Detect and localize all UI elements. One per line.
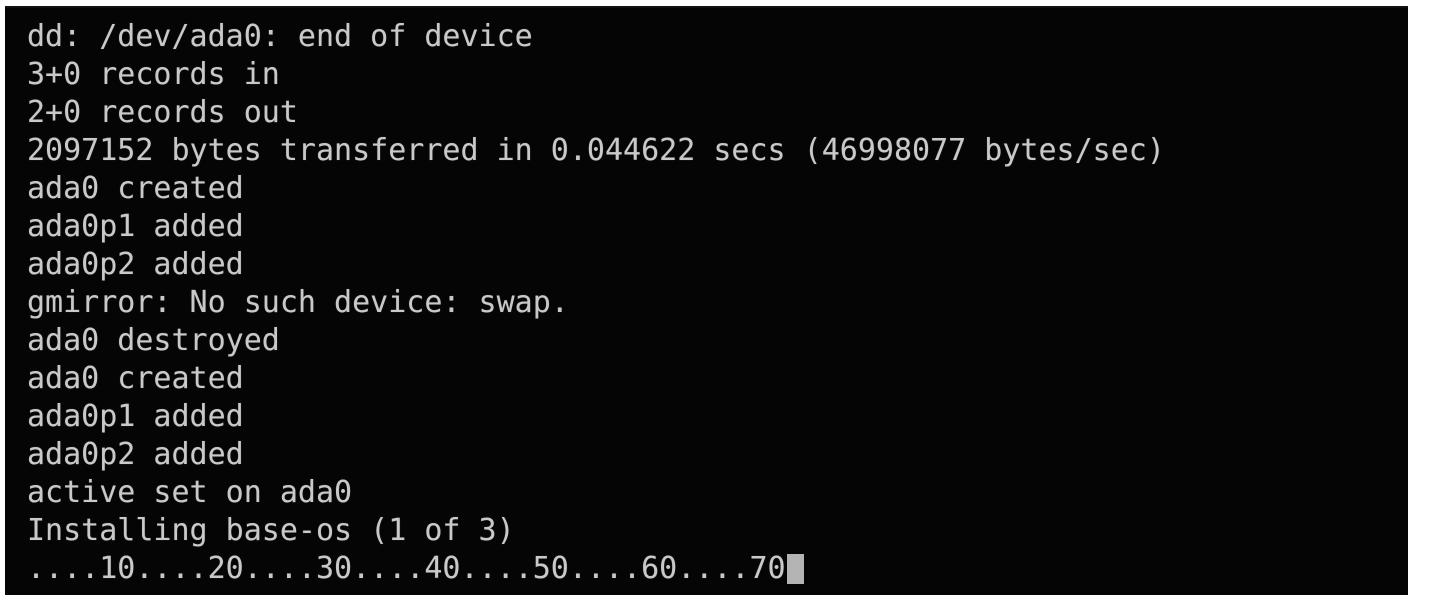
terminal-line: ada0 created: [27, 361, 244, 396]
terminal-line: gmirror: No such device: swap.: [27, 285, 569, 320]
block-cursor-icon: [786, 554, 804, 584]
terminal-line: 2+0 records out: [27, 95, 298, 130]
terminal-line: ada0p2 added: [27, 247, 244, 282]
terminal-line: dd: /dev/ada0: end of device: [27, 19, 533, 54]
terminal-line: ada0p1 added: [27, 399, 244, 434]
progress-ticks: ....10....20....30....40....50....60....…: [27, 551, 786, 586]
terminal-line: 3+0 records in: [27, 57, 280, 92]
terminal-line: 2097152 bytes transferred in 0.044622 se…: [27, 133, 1165, 168]
terminal-line: ada0 destroyed: [27, 323, 280, 358]
terminal-line: ada0 created: [27, 171, 244, 206]
terminal-line: ada0p1 added: [27, 209, 244, 244]
terminal-line: active set on ada0: [27, 475, 353, 510]
terminal-console[interactable]: dd: /dev/ada0: end of device 3+0 records…: [5, 6, 1408, 595]
terminal-line: ada0p2 added: [27, 437, 244, 472]
screenshot-frame: dd: /dev/ada0: end of device 3+0 records…: [0, 0, 1430, 613]
terminal-line: Installing base-os (1 of 3): [27, 513, 515, 548]
install-progress-line: ....10....20....30....40....50....60....…: [27, 550, 1408, 588]
